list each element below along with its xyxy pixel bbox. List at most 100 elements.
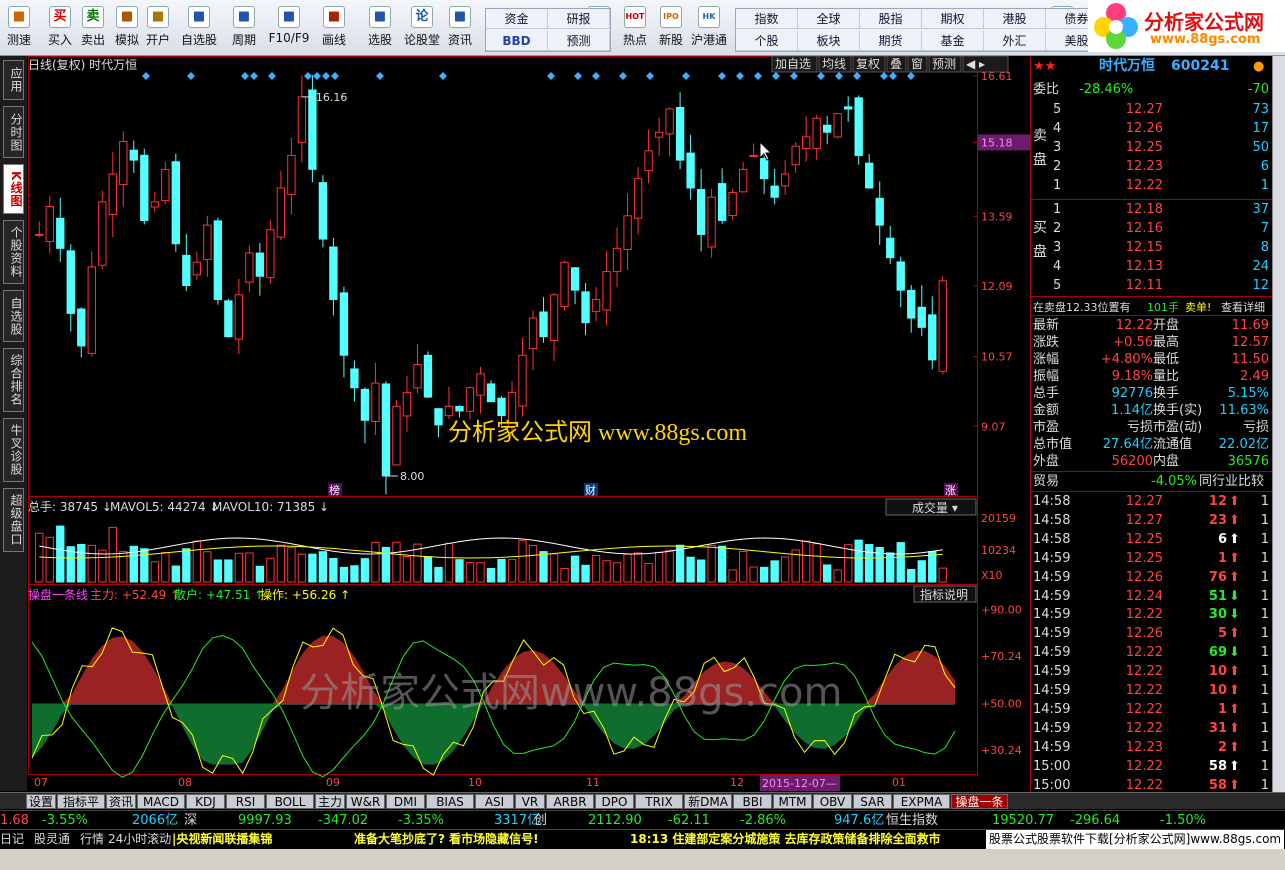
indicator-tab-5[interactable]: RSI	[226, 794, 265, 809]
low-price-label: 8.00	[400, 470, 425, 483]
news-item-1[interactable]: 股灵通	[34, 830, 70, 849]
news-item-0[interactable]: 日记	[0, 830, 24, 849]
indicator-tab-12[interactable]: VR	[515, 794, 545, 809]
indicator-tab-0[interactable]: 设置	[26, 794, 56, 809]
toolbar-button-14[interactable]: IPO 新股	[655, 6, 687, 54]
ticker-item-16: -1.50%	[1160, 813, 1206, 828]
left-tab-4[interactable]: 自选股	[3, 290, 24, 342]
group2-button-10[interactable]: 外汇	[984, 31, 1046, 51]
indicator-tab-4[interactable]: KDJ	[186, 794, 225, 809]
chart-top-button-0[interactable]: 加自选	[771, 56, 818, 73]
group2-button-2[interactable]: 股指	[860, 9, 922, 29]
left-tab-5[interactable]: 综合排名	[3, 348, 24, 412]
toolbar-button-7[interactable]: ■ F10/F9	[267, 6, 311, 54]
volume-bar	[287, 547, 296, 583]
left-tab-0[interactable]: 应用	[3, 60, 24, 100]
toolbar-button-10[interactable]: 论论股堂	[402, 6, 442, 54]
trade-count: 1	[1260, 531, 1269, 547]
indicator-tab-9[interactable]: DMI	[386, 794, 425, 809]
chart-top-button-2[interactable]: 复权	[852, 56, 886, 73]
level-vol: 7	[1260, 221, 1269, 236]
sector-compare-button[interactable]: 同行业比较	[1199, 473, 1264, 490]
group2-button-8[interactable]: 期货	[860, 31, 922, 51]
news-item-5[interactable]: 准备大笔抄底了? 看市场隐藏信号!	[354, 830, 539, 849]
hammer-icon: ■	[116, 6, 138, 28]
trade-time: 14:59	[1033, 683, 1071, 698]
group1-button-0[interactable]: 资金	[486, 9, 548, 29]
toolbar-button-13[interactable]: HOT 热点	[619, 6, 651, 54]
toolbar-button-5[interactable]: ■ 自选股	[178, 6, 220, 54]
group2-button-4[interactable]: 港股	[984, 9, 1046, 29]
event-marker-1[interactable]: 财	[585, 483, 596, 497]
left-tab-7[interactable]: 超级盘口	[3, 488, 24, 552]
news-item-3[interactable]: 24小时滚动	[108, 830, 171, 849]
indicator-tab-16[interactable]: 新DMA	[684, 794, 732, 809]
toolbar-button-15[interactable]: HK 沪港通	[689, 6, 729, 54]
news-item-4[interactable]: |央视新闻联播集锦	[172, 830, 272, 849]
group2-button-0[interactable]: 指数	[736, 9, 798, 29]
indicator-tab-14[interactable]: DPO	[595, 794, 634, 809]
group2-button-6[interactable]: 个股	[736, 31, 798, 51]
chart-top-button-1[interactable]: 均线	[818, 56, 852, 73]
trade-vol: 51	[1208, 588, 1227, 604]
logo-title: 分析家公式网	[1144, 10, 1264, 34]
indicator-tab-22[interactable]: 操盘一条线	[951, 794, 1008, 824]
chart-top-button-5[interactable]: 预测	[928, 56, 962, 73]
toolbar-button-1[interactable]: 买买入	[45, 6, 75, 54]
toolbar-button-4[interactable]: ■ 开户	[143, 6, 173, 54]
indicator-tab-1[interactable]: 指标平台	[57, 794, 105, 824]
left-tab-6[interactable]: 牛叉诊股	[3, 418, 24, 482]
indicator-tab-6[interactable]: BOLL	[266, 794, 314, 809]
event-marker-2[interactable]: 涨	[945, 484, 956, 497]
stat-value: +4.80%	[1100, 352, 1153, 367]
group2-button-7[interactable]: 板块	[798, 31, 860, 51]
toolbar-button-2[interactable]: 卖卖出	[78, 6, 108, 54]
chart-top-button-4[interactable]: 窗	[907, 56, 928, 73]
indicator-tab-15[interactable]: TRIX	[635, 794, 683, 809]
note-detail-link[interactable]: 查看详细	[1221, 299, 1265, 316]
indicator-tab-20[interactable]: SAR	[853, 794, 892, 809]
indicator-tab-13[interactable]: ARBR	[546, 794, 594, 809]
indicator-tab-17[interactable]: BBI	[733, 794, 772, 809]
stat-label2: 流通值	[1153, 437, 1193, 452]
left-tab-3[interactable]: 个股资料	[3, 220, 24, 284]
chart-top-button-3[interactable]: 叠	[886, 56, 907, 73]
toolbar-button-0[interactable]: ■ 测速	[0, 6, 38, 54]
indicator-tab-3[interactable]: MACD	[137, 794, 185, 809]
indicator-help-button[interactable]: 指标说明	[913, 585, 977, 603]
group2-button-9[interactable]: 基金	[922, 31, 984, 51]
group2-button-3[interactable]: 期权	[922, 9, 984, 29]
group1-button-1[interactable]: 研报	[548, 9, 610, 29]
group1-button-2[interactable]: BBD	[486, 31, 548, 51]
chart-pie-icon[interactable]: ●	[1253, 58, 1264, 75]
trade-vol: 58	[1208, 758, 1227, 774]
left-tab-1[interactable]: 分时图	[3, 106, 24, 158]
group1-button-3[interactable]: 预测	[548, 31, 610, 51]
left-tab-2[interactable]: K线图	[3, 164, 24, 214]
indicator-tab-10[interactable]: BIAS	[426, 794, 474, 809]
indicator-tab-19[interactable]: OBV	[813, 794, 852, 809]
indicator-tab-2[interactable]: 资讯	[106, 794, 136, 809]
toolbar-button-11[interactable]: ■ 资讯	[444, 6, 476, 54]
news-item-6[interactable]: 18:13 住建部定案分城施策 去库存政策储备排除全面救市	[630, 830, 941, 849]
toolbar-button-3[interactable]: ■ 模拟	[112, 6, 142, 54]
toolbar-button-9[interactable]: ■ 选股	[360, 6, 400, 54]
indicator-tab-21[interactable]: EXPMA	[893, 794, 950, 809]
trade-row: 15:00 12.22 58 ⬆ 1	[1031, 758, 1273, 775]
indicator-tab-11[interactable]: ASI	[475, 794, 514, 809]
toolbar-button-8[interactable]: ■ 画线	[314, 6, 354, 54]
trade-arrow-icon: ⬆	[1229, 683, 1240, 698]
volume-indicator-select[interactable]: 成交量 ▾	[885, 498, 977, 516]
volume-bar	[759, 566, 769, 583]
indicator-tab-7[interactable]: 主力	[315, 794, 345, 809]
indicator-tab-18[interactable]: MTM	[773, 794, 812, 809]
event-marker-0[interactable]: 榜	[329, 483, 340, 497]
news-item-2[interactable]: 行情	[80, 830, 104, 849]
level-num: 4	[1053, 259, 1062, 274]
toolbar-button-6[interactable]: ■ 周期	[224, 6, 264, 54]
candle	[728, 188, 737, 221]
indicator-tab-8[interactable]: W&R	[346, 794, 385, 809]
news-item-7[interactable]: 股票公式股票软件下载[分析家公式网]www.88gs.com	[986, 830, 1285, 849]
group2-button-1[interactable]: 全球	[798, 9, 860, 29]
vertical-scrollbar[interactable]	[1272, 56, 1285, 792]
